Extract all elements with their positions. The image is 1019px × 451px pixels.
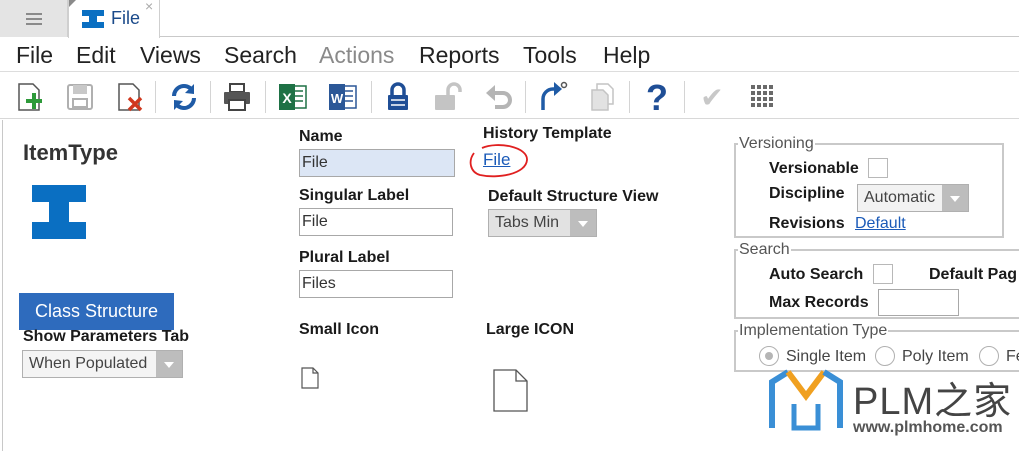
toolbar-separator xyxy=(684,81,685,113)
chevron-down-icon xyxy=(156,351,182,377)
watermark-url: www.plmhome.com xyxy=(853,419,1003,436)
large-icon-label: Large ICON xyxy=(486,321,575,338)
print-icon[interactable] xyxy=(221,81,253,113)
toolbar: X W ? ✔ xyxy=(0,73,1019,119)
tab-file[interactable]: File × xyxy=(68,0,160,38)
auto-search-checkbox[interactable] xyxy=(873,264,893,284)
itemtype-large-icon xyxy=(32,185,86,239)
menu-help[interactable]: Help xyxy=(603,42,650,69)
plural-label-input[interactable]: Files xyxy=(299,270,453,298)
default-structure-view-value: Tabs Min xyxy=(495,214,560,231)
toolbar-separator xyxy=(265,81,266,113)
menu-bar: File Edit Views Search Actions Reports T… xyxy=(0,38,1019,72)
toolbar-separator xyxy=(629,81,630,113)
radio-single-item[interactable] xyxy=(759,346,779,366)
class-structure-button[interactable]: Class Structure xyxy=(19,293,174,330)
radio-federated-label: Fe xyxy=(1006,348,1019,365)
versionable-checkbox[interactable] xyxy=(868,158,888,178)
singular-label-label: Singular Label xyxy=(299,187,410,204)
max-records-label: Max Records xyxy=(769,294,869,311)
undo-icon[interactable] xyxy=(483,81,515,113)
tab-label: File xyxy=(111,8,141,28)
grid-icon[interactable] xyxy=(747,81,779,113)
copy-icon[interactable] xyxy=(587,81,619,113)
radio-single-item-label: Single Item xyxy=(786,348,867,365)
delete-icon[interactable] xyxy=(114,81,146,113)
lock-icon[interactable] xyxy=(382,81,414,113)
done-icon[interactable]: ✔ xyxy=(696,81,728,113)
menu-actions[interactable]: Actions xyxy=(319,42,394,69)
menu-reports[interactable]: Reports xyxy=(419,42,500,69)
menu-views[interactable]: Views xyxy=(140,42,201,69)
content-left-border xyxy=(2,120,3,451)
implementation-legend: Implementation Type xyxy=(739,322,888,339)
page-title: ItemType xyxy=(23,140,118,165)
chevron-down-icon xyxy=(570,210,596,236)
singular-label-input[interactable]: File xyxy=(299,208,453,236)
promote-icon[interactable] xyxy=(536,81,568,113)
discipline-value: Automatic xyxy=(864,189,936,206)
radio-poly-item-label: Poly Item xyxy=(902,348,969,365)
tab-corner-marker xyxy=(69,0,76,7)
default-structure-view-select[interactable]: Tabs Min xyxy=(488,209,597,237)
small-file-icon[interactable] xyxy=(301,367,319,389)
radio-poly-item[interactable] xyxy=(875,346,895,366)
menu-edit[interactable]: Edit xyxy=(76,42,116,69)
watermark-brand: PLM之家 xyxy=(853,381,1013,423)
show-parameters-value: When Populated xyxy=(29,355,148,372)
itemtype-icon xyxy=(82,10,104,28)
main-menu-button[interactable] xyxy=(0,0,68,37)
new-icon[interactable] xyxy=(14,81,46,113)
chevron-down-icon xyxy=(942,185,968,211)
unlock-icon[interactable] xyxy=(432,81,464,113)
menu-tools[interactable]: Tools xyxy=(523,42,577,69)
excel-icon[interactable]: X xyxy=(277,81,309,113)
save-icon[interactable] xyxy=(64,81,96,113)
show-parameters-label: Show Parameters Tab xyxy=(23,328,189,345)
toolbar-separator xyxy=(371,81,372,113)
menu-file[interactable]: File xyxy=(16,42,53,69)
name-label: Name xyxy=(299,128,343,145)
default-page-label: Default Pag xyxy=(929,266,1018,283)
word-letter: W xyxy=(331,91,344,106)
default-structure-view-label: Default Structure View xyxy=(488,188,659,205)
revisions-label: Revisions xyxy=(769,215,845,232)
auto-search-label: Auto Search xyxy=(769,266,864,283)
small-icon-label: Small Icon xyxy=(299,321,380,338)
hamburger-icon xyxy=(25,12,42,25)
menu-search[interactable]: Search xyxy=(224,42,297,69)
show-parameters-select[interactable]: When Populated xyxy=(22,350,183,378)
implementation-type-group: Implementation Type xyxy=(734,322,1019,372)
history-template-label: History Template xyxy=(483,125,612,142)
revisions-link[interactable]: Default xyxy=(855,215,906,233)
done-glyph: ✔ xyxy=(700,81,723,113)
radio-federated[interactable] xyxy=(979,346,999,366)
help-icon[interactable]: ? xyxy=(641,81,673,113)
toolbar-separator xyxy=(155,81,156,113)
tab-close-icon[interactable]: × xyxy=(145,0,153,14)
refresh-icon[interactable] xyxy=(168,81,200,113)
word-icon[interactable]: W xyxy=(327,81,359,113)
help-glyph: ? xyxy=(646,81,668,113)
red-circle-annotation xyxy=(469,144,528,178)
plural-label-label: Plural Label xyxy=(299,249,390,266)
toolbar-separator xyxy=(210,81,211,113)
excel-letter: X xyxy=(282,90,292,106)
toolbar-separator xyxy=(525,81,526,113)
discipline-select[interactable]: Automatic xyxy=(857,184,969,212)
name-input[interactable]: File xyxy=(299,149,455,177)
versionable-label: Versionable xyxy=(769,160,859,177)
search-legend: Search xyxy=(739,241,790,258)
discipline-label: Discipline xyxy=(769,185,845,202)
large-file-icon[interactable] xyxy=(493,369,529,412)
plmhome-logo-icon xyxy=(769,369,843,431)
max-records-input[interactable] xyxy=(878,289,959,316)
versioning-legend: Versioning xyxy=(739,135,814,152)
